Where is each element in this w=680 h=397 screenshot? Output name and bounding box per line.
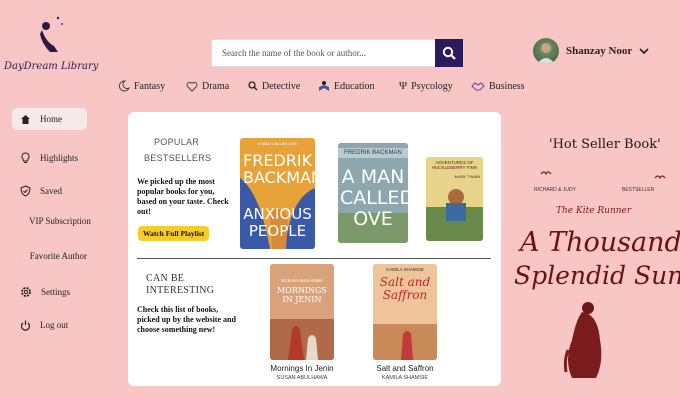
person-icon	[20, 255, 21, 257]
search-bar	[211, 39, 463, 67]
sidebar-item-label: Log out	[40, 320, 69, 330]
sidebar-item-home[interactable]: Home	[12, 108, 87, 130]
handshake-icon	[471, 82, 485, 91]
category-label: Education	[334, 80, 375, 92]
category-detective[interactable]: Detective	[248, 80, 318, 92]
search-button[interactable]	[435, 39, 463, 67]
cover-title: A MAN CALLED OVE	[340, 166, 408, 230]
category-label: Psycology	[411, 80, 453, 92]
search-icon	[442, 46, 456, 60]
sidebar-item-label: VIP Subscription	[29, 216, 91, 226]
sidebar-item-vip-subscription[interactable]: VIP Subscription	[12, 210, 91, 232]
book-cover-anxious-people[interactable]: A MAN CALLED OVE FREDRIK BACKMAN ANXIOUS…	[240, 138, 315, 249]
bestsellers-title-line2: BESTSELLERS	[144, 153, 212, 163]
sidebar-item-settings[interactable]: Settings	[12, 281, 87, 303]
cloaked-woman-figure-icon	[563, 302, 602, 378]
sidebar-item-highlights[interactable]: Highlights	[12, 147, 87, 169]
sidebar-item-label: Favorite Author	[29, 251, 87, 261]
power-icon	[20, 320, 31, 331]
sidebar-item-label: Settings	[41, 287, 71, 297]
gear-icon	[21, 287, 31, 297]
cover-author: FREDRIK BACKMAN	[243, 151, 315, 187]
shield-icon	[20, 185, 31, 197]
bestsellers-description: We picked up the most popular books for …	[137, 177, 229, 216]
cover-tag: A MAN CALLED OVE	[258, 141, 297, 146]
book-author: KAMILA SHAMSIE	[381, 375, 429, 381]
chevron-down-icon[interactable]	[639, 47, 649, 55]
category-label: Drama	[202, 80, 230, 92]
cover-author: FREDRIK BACKMAN	[344, 150, 402, 156]
category-education[interactable]: Education	[318, 80, 399, 92]
avatar-image-icon	[537, 43, 555, 64]
interesting-title-line2: INTERESTING	[146, 285, 215, 296]
bird-icon	[540, 171, 552, 176]
sidebar-item-log-out[interactable]: Log out	[12, 314, 87, 336]
bulb-icon	[21, 152, 30, 163]
category-fantasy[interactable]: Fantasy	[118, 80, 186, 92]
sidebar-item-label: Saved	[40, 186, 62, 196]
category-bar: Fantasy Drama Detective Education Ψ Psyc…	[118, 80, 541, 92]
watch-full-playlist-button[interactable]: Watch Full Playlist	[138, 226, 210, 241]
reader-icon	[319, 81, 329, 91]
interesting-description: Check this list of books, picked up by t…	[137, 305, 236, 334]
psi-icon: Ψ	[399, 80, 408, 92]
user-menu[interactable]: Shanzay Noor	[533, 38, 649, 64]
moon-icon	[118, 80, 130, 92]
category-drama[interactable]: Drama	[186, 80, 248, 92]
cover-title: ADVENTURES OF HUCKLEBERRY FINN	[431, 160, 478, 170]
category-label: Detective	[262, 80, 301, 92]
home-icon	[21, 114, 30, 124]
category-label: Fantasy	[134, 80, 166, 92]
magnifier-icon	[248, 81, 258, 91]
bestsellers-title-line1: POPULAR	[154, 137, 200, 147]
category-label: Business	[489, 80, 525, 92]
category-business[interactable]: Business	[471, 80, 541, 92]
brand-name: DayDream Library	[4, 61, 99, 72]
cover-title: ANXIOUS PEOPLE	[243, 205, 312, 240]
hot-seller-title-line1: A Thousand	[520, 227, 680, 258]
hot-seller-title-line2: Splendid Suns	[514, 261, 680, 290]
cover-author: MARK TWAIN	[454, 174, 480, 179]
book-cover-mornings-in-jenin[interactable]: SUSAN ABULHAWA MORNINGS IN JENIN	[270, 264, 334, 360]
hot-seller-small-right: BESTSELLER	[622, 187, 655, 193]
sidebar-item-label: Home	[40, 114, 62, 124]
hot-seller-small-left: RICHARD & JUDY	[534, 187, 576, 193]
hot-seller-by-line: The Kite Runner	[556, 206, 632, 216]
search-input[interactable]	[212, 40, 442, 66]
avatar[interactable]	[533, 38, 559, 64]
book-cover-huckleberry-finn[interactable]: ADVENTURES OF HUCKLEBERRY FINN MARK TWAI…	[426, 157, 483, 241]
sidebar-item-favorite-author[interactable]: Favorite Author	[12, 245, 87, 267]
cover-title: MORNINGS IN JENIN	[277, 286, 327, 304]
section-divider	[137, 258, 491, 259]
book-cover-salt-and-saffron[interactable]: KAMILA SHAMSIE Salt and Saffron	[373, 264, 437, 360]
bird-icon	[654, 175, 666, 180]
user-name: Shanzay Noor	[566, 45, 633, 57]
interesting-title-line1: CAN BE	[146, 273, 185, 284]
category-psycology[interactable]: Ψ Psycology	[399, 80, 471, 92]
hot-seller-heading: 'Hot Seller Book'	[549, 137, 661, 152]
cover-title: Salt and Saffron	[379, 275, 431, 302]
book-title[interactable]: Mornings In Jenin	[262, 364, 342, 373]
cover-author: SUSAN ABULHAWA	[281, 278, 323, 283]
book-title[interactable]: Salt and Saffron	[365, 364, 445, 373]
book-author: SUSAN ABULHAWA	[276, 375, 328, 381]
book-cover-a-man-called-ove[interactable]: FREDRIK BACKMAN A MAN CALLED OVE	[338, 143, 408, 243]
sidebar-item-saved[interactable]: Saved	[12, 180, 87, 202]
moon-girl-logo-icon	[39, 16, 63, 52]
sidebar-item-label: Highlights	[40, 153, 79, 163]
cover-author: KAMILA SHAMSIE	[386, 267, 424, 272]
heart-icon	[186, 81, 198, 92]
